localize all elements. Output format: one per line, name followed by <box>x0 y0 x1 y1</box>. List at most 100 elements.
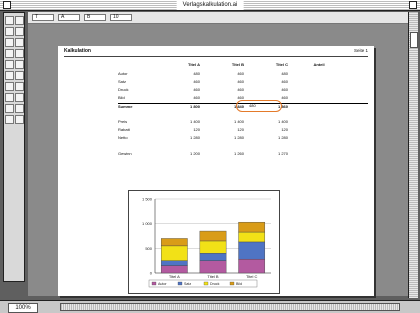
legend-label: Druck <box>210 282 220 286</box>
bar-segment <box>238 231 266 243</box>
table-row: Netto 1 280 1 280 1 280 <box>118 135 368 140</box>
reflect-tool-icon[interactable] <box>5 71 14 80</box>
select-tool-icon[interactable] <box>15 16 24 25</box>
table-row: Druck 460 460 460 <box>118 87 368 92</box>
table-row: Gewinn 1 200 1 260 1 270 <box>118 151 368 156</box>
bar-segment <box>160 245 188 261</box>
zoom-box[interactable] <box>409 1 417 9</box>
window-title: Verlagskalkulation.ai <box>176 0 244 10</box>
legend-swatch <box>151 281 157 286</box>
table-cell: 120 <box>281 127 288 132</box>
font-field[interactable]: T <box>32 14 54 21</box>
x-tick-label: Titel A <box>169 274 180 279</box>
table-row: Autor 480 460 480 <box>118 71 368 76</box>
scale-tool-icon[interactable] <box>15 60 24 69</box>
x-tick-label: Titel C <box>246 274 258 279</box>
legend-swatch <box>229 281 235 286</box>
fill-tool-icon[interactable] <box>15 104 24 113</box>
leading-field[interactable]: 10 <box>110 14 132 21</box>
window-title-bar[interactable]: Verlagskalkulation.ai <box>0 0 420 11</box>
table-cell: Satz <box>118 79 127 84</box>
table-cell: Netto <box>118 135 128 140</box>
table-cell: 480 <box>281 71 288 76</box>
table-cell: 1 400 <box>277 119 288 124</box>
table-cell: 1 270 <box>277 151 288 156</box>
x-tick-label: Titel B <box>207 274 219 279</box>
y-tick-label: 500 <box>145 246 152 251</box>
table-cell: Summe <box>118 104 133 109</box>
size-field[interactable]: B <box>84 14 106 21</box>
close-box[interactable] <box>3 1 11 9</box>
legend-label: Autor <box>158 282 167 286</box>
stacked-bar-chart[interactable]: 0 500 1 000 1 500 Titel A Titel B Titel C Autor… <box>128 190 280 294</box>
table-cell: 460 <box>193 95 200 100</box>
bar-segment <box>199 230 227 242</box>
table-cell: 1 800 <box>189 104 200 109</box>
document-canvas[interactable]: Kalkulation Seite 1 Titel A Titel B Titel … <box>28 24 408 296</box>
gradient-tool-icon[interactable] <box>15 82 24 91</box>
zoom-tool-icon[interactable] <box>5 104 14 113</box>
pencil-tool-icon[interactable] <box>15 38 24 47</box>
table-cell: 460 <box>193 79 200 84</box>
table-cell: 460 <box>237 87 244 92</box>
vertical-scrollbar[interactable] <box>408 12 418 298</box>
shear-tool-icon[interactable] <box>15 71 24 80</box>
table-cell: Bild <box>118 95 125 100</box>
y-tick-label: 1 000 <box>142 221 153 226</box>
bar-segment <box>160 260 188 266</box>
table-cell: 1 280 <box>189 135 200 140</box>
pen-tool-icon[interactable] <box>5 27 14 36</box>
chart-svg: 0 500 1 000 1 500 Titel A Titel B Titel C Autor… <box>142 197 271 288</box>
table-cell: Rabatt <box>118 127 130 132</box>
table-cell: 1 280 <box>233 135 244 140</box>
bar-segment <box>238 258 266 274</box>
legend-label: Bild <box>236 282 242 286</box>
bar-segment <box>160 265 188 274</box>
tool-palette <box>3 12 25 282</box>
table-cell: 1 400 <box>233 119 244 124</box>
table-cell: Preis <box>118 119 128 124</box>
document-title: Kalkulation <box>64 48 91 54</box>
arrow-tool-icon[interactable] <box>5 16 14 25</box>
vertical-scroll-thumb[interactable] <box>410 32 418 48</box>
table-cell: 460 <box>237 79 244 84</box>
brush-tool-icon[interactable] <box>5 38 14 47</box>
style-field[interactable]: A <box>58 14 80 21</box>
hand-tool-icon[interactable] <box>15 93 24 102</box>
rect-tool-icon[interactable] <box>5 49 14 58</box>
horizontal-scrollbar[interactable] <box>60 303 400 311</box>
highlight-ring[interactable]: 480 <box>236 100 282 112</box>
table-row <box>118 143 368 148</box>
table-cell: 480 <box>193 71 200 76</box>
stroke-tool-icon[interactable] <box>5 115 14 124</box>
status-bar: 100% <box>0 300 420 313</box>
table-row: Rabatt 120 120 120 <box>118 127 368 132</box>
table-header-cell: Titel A <box>187 62 200 67</box>
legend-swatch <box>177 281 183 286</box>
bar-segment <box>199 253 227 261</box>
y-tick-label: 0 <box>150 271 153 276</box>
table-cell: 1 280 <box>277 135 288 140</box>
table-cell: 1 260 <box>233 151 244 156</box>
swap-tool-icon[interactable] <box>15 115 24 124</box>
table-cell: 120 <box>193 127 200 132</box>
ellipse-tool-icon[interactable] <box>15 49 24 58</box>
eyedropper-tool-icon[interactable] <box>5 93 14 102</box>
table-header-cell: Anteil <box>313 62 325 67</box>
document-page: Kalkulation Seite 1 Titel A Titel B Titel … <box>58 46 374 296</box>
table-cell: 1 400 <box>189 119 200 124</box>
page-number: Seite 1 <box>353 48 368 53</box>
text-tool-icon[interactable] <box>15 27 24 36</box>
blend-tool-icon[interactable] <box>5 82 14 91</box>
table-cell: 460 <box>193 87 200 92</box>
bar-segment <box>238 221 266 233</box>
table-row: Satz 460 460 460 <box>118 79 368 84</box>
rotate-tool-icon[interactable] <box>5 60 14 69</box>
toolbar: T A B 10 <box>28 12 408 24</box>
table-header-cell: Titel B <box>231 62 244 67</box>
legend-swatch <box>203 281 209 286</box>
bar-segment <box>238 241 266 260</box>
table-header-cell: Titel C <box>275 62 288 67</box>
table-cell: 460 <box>237 71 244 76</box>
table-row: Preis 1 400 1 400 1 400 <box>118 119 368 124</box>
